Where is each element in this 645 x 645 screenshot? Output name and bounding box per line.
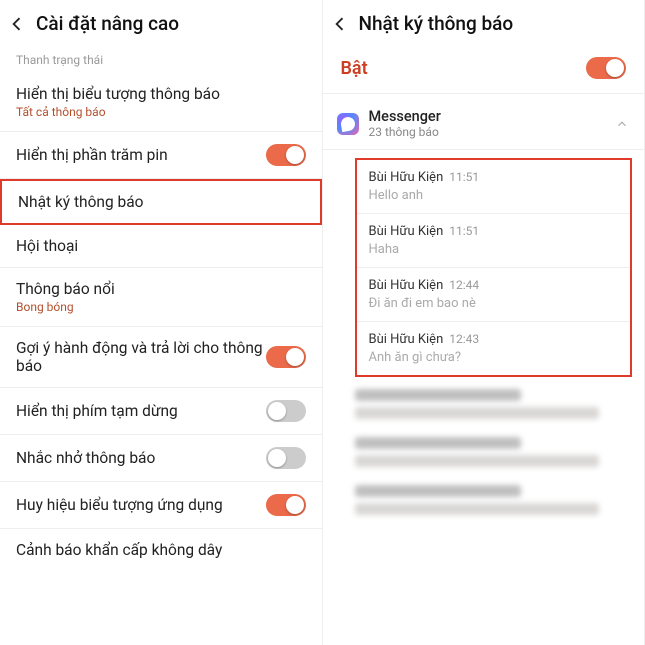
row-label: Hiển thị biểu tượng thông báo (16, 85, 306, 103)
blurred-notifications (355, 389, 633, 515)
chevron-up-icon[interactable] (614, 116, 630, 132)
notif-sender: Bùi Hữu Kiện (369, 170, 444, 185)
back-icon[interactable] (329, 13, 351, 35)
row-floating[interactable]: Thông báo nổi Bong bóng (0, 268, 322, 327)
row-convo[interactable]: Hội thoại (0, 225, 322, 268)
history-title: Nhật ký thông báo (359, 12, 514, 35)
row-label: Cảnh báo khẩn cấp không dây (16, 541, 306, 559)
enable-label: Bật (341, 58, 368, 79)
row-label: Hiển thị phím tạm dừng (16, 402, 266, 420)
blurred-item (355, 389, 633, 419)
row-sub: Tất cả thông báo (16, 105, 306, 119)
row-battery[interactable]: Hiển thị phần trăm pin (0, 132, 322, 179)
row-sub: Bong bóng (16, 300, 306, 314)
notif-sender: Bùi Hữu Kiện (369, 278, 444, 293)
notification-item[interactable]: Bùi Hữu Kiện 11:51 Haha (357, 214, 631, 268)
notif-sender: Bùi Hữu Kiện (369, 224, 444, 239)
row-label: Huy hiệu biểu tượng ứng dụng (16, 496, 266, 514)
row-remind[interactable]: Nhắc nhở thông báo (0, 435, 322, 482)
app-count: 23 thông báo (369, 125, 605, 139)
history-header: Nhật ký thông báo (323, 0, 645, 43)
messenger-icon (337, 113, 359, 135)
notification-item[interactable]: Bùi Hữu Kiện 12:44 Đi ăn đi em bao nè (357, 268, 631, 322)
row-label: Nhắc nhở thông báo (16, 449, 266, 467)
row-emergency[interactable]: Cảnh báo khẩn cấp không dây (0, 529, 322, 571)
toggle-badge[interactable] (266, 494, 306, 516)
row-enable[interactable]: Bật (323, 43, 645, 94)
row-pause[interactable]: Hiển thị phím tạm dừng (0, 388, 322, 435)
notif-time: 12:44 (449, 278, 479, 292)
row-label: Thông báo nổi (16, 280, 306, 298)
toggle-pause[interactable] (266, 400, 306, 422)
notif-sender: Bùi Hữu Kiện (369, 332, 444, 347)
toggle-remind[interactable] (266, 447, 306, 469)
app-name: Messenger (369, 108, 605, 125)
settings-screen: Cài đặt nâng cao Thanh trạng thái Hiển t… (0, 0, 323, 645)
toggle-suggest[interactable] (266, 346, 306, 368)
notif-message: Đi ăn đi em bao nè (369, 296, 619, 311)
notification-item[interactable]: Bùi Hữu Kiện 12:43 Anh ăn gì chưa? (357, 322, 631, 375)
row-suggest[interactable]: Gợi ý hành động và trả lời cho thông báo (0, 327, 322, 388)
notif-message: Hello anh (369, 188, 619, 203)
row-history[interactable]: Nhật ký thông báo (0, 179, 322, 225)
history-screen: Nhật ký thông báo Bật Messenger 23 thông… (323, 0, 645, 645)
notification-item[interactable]: Bùi Hữu Kiện 11:51 Hello anh (357, 160, 631, 214)
blurred-item (355, 485, 633, 515)
notif-time: 11:51 (449, 224, 479, 238)
blurred-item (355, 437, 633, 467)
notif-time: 11:51 (449, 170, 479, 184)
back-icon[interactable] (6, 13, 28, 35)
row-label: Gợi ý hành động và trả lời cho thông báo (16, 339, 266, 375)
section-label: Thanh trạng thái (0, 43, 322, 73)
row-label: Hiển thị phần trăm pin (16, 146, 266, 164)
row-badge[interactable]: Huy hiệu biểu tượng ứng dụng (0, 482, 322, 529)
notif-time: 12:43 (449, 332, 479, 346)
toggle-battery[interactable] (266, 144, 306, 166)
toggle-enable[interactable] (586, 57, 626, 79)
notif-message: Haha (369, 242, 619, 257)
row-label: Hội thoại (16, 237, 306, 255)
row-show-icons[interactable]: Hiển thị biểu tượng thông báo Tất cả thô… (0, 73, 322, 132)
app-header[interactable]: Messenger 23 thông báo (323, 94, 645, 150)
row-label: Nhật ký thông báo (18, 193, 304, 211)
notification-list: Bùi Hữu Kiện 11:51 Hello anh Bùi Hữu Kiện… (355, 158, 633, 377)
notif-message: Anh ăn gì chưa? (369, 350, 619, 365)
settings-title: Cài đặt nâng cao (36, 12, 179, 35)
settings-header: Cài đặt nâng cao (0, 0, 322, 43)
